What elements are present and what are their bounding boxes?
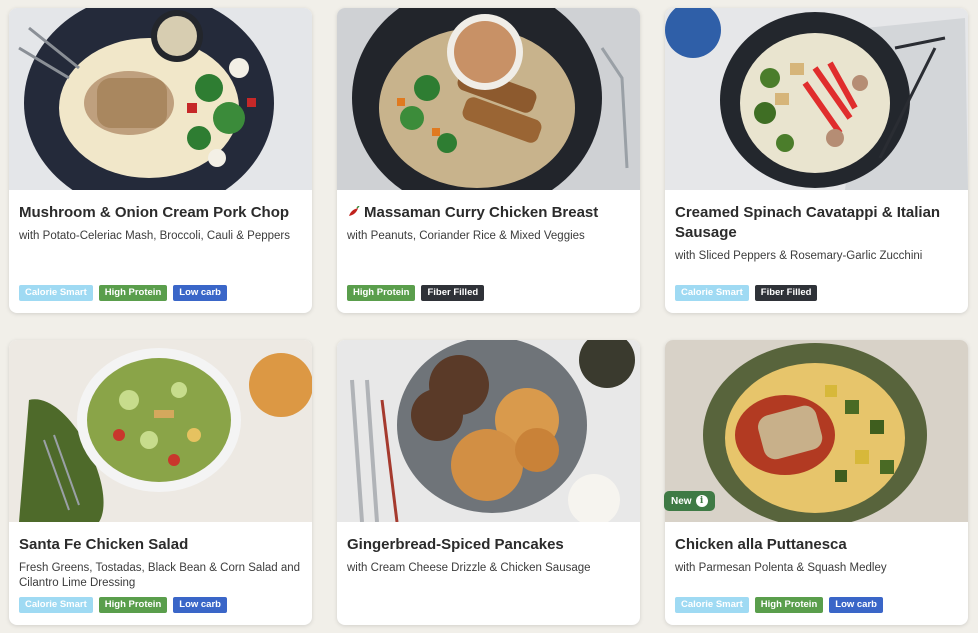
tag-low-carb: Low carb: [173, 597, 227, 613]
meal-subtitle: with Sliced Peppers & Rosemary-Garlic Zu…: [675, 250, 923, 262]
meal-title-text: Massaman Curry Chicken Breast: [364, 204, 599, 221]
tag-list: Calorie Smart Fiber Filled: [675, 285, 818, 301]
meal-title[interactable]: Santa Fe Chicken Salad: [19, 535, 302, 555]
meal-subtitle: with Parmesan Polenta & Squash Medley: [675, 562, 887, 574]
chili-pepper-icon: [349, 206, 360, 216]
meal-subtitle: with Cream Cheese Drizzle & Chicken Saus…: [347, 562, 591, 574]
tag-high-protein: High Protein: [98, 597, 168, 613]
meal-card[interactable]: Massaman Curry Chicken Breast with Peanu…: [337, 8, 640, 313]
meal-subtitle: with Peanuts, Coriander Rice & Mixed Veg…: [347, 230, 585, 242]
meal-card[interactable]: Mushroom & Onion Cream Pork Chop with Po…: [9, 8, 312, 313]
meal-title[interactable]: Chicken alla Puttanesca: [675, 535, 958, 555]
new-badge-label: New: [671, 495, 692, 507]
tag-high-protein: High Protein: [98, 285, 168, 301]
tag-list: Calorie Smart High Protein Low carb: [19, 285, 227, 301]
tag-list: Calorie Smart High Protein Low carb: [19, 597, 227, 613]
new-badge[interactable]: New i: [664, 491, 715, 511]
meal-title[interactable]: Creamed Spinach Cavatappi & Italian Saus…: [675, 203, 958, 243]
tag-high-protein: High Protein: [754, 597, 824, 613]
tag-fiber-filled: Fiber Filled: [754, 285, 818, 301]
meal-title[interactable]: Gingerbread-Spiced Pancakes: [347, 535, 630, 555]
tag-list: High Protein Fiber Filled: [347, 285, 485, 301]
meal-subtitle: with Potato-Celeriac Mash, Broccoli, Cau…: [19, 230, 291, 242]
meal-image: [665, 8, 968, 190]
meal-card[interactable]: Creamed Spinach Cavatappi & Italian Saus…: [665, 8, 968, 313]
meal-card[interactable]: Chicken alla Puttanesca with Parmesan Po…: [665, 340, 968, 625]
meal-image: [337, 340, 640, 522]
meal-title[interactable]: Mushroom & Onion Cream Pork Chop: [19, 203, 302, 223]
tag-low-carb: Low carb: [173, 285, 227, 301]
meal-subtitle: Fresh Greens, Tostadas, Black Bean & Cor…: [19, 562, 301, 589]
tag-calorie-smart: Calorie Smart: [675, 597, 749, 613]
info-icon[interactable]: i: [695, 495, 708, 507]
meal-image: [9, 8, 312, 190]
tag-calorie-smart: Calorie Smart: [19, 285, 93, 301]
tag-calorie-smart: Calorie Smart: [19, 597, 93, 613]
meal-title[interactable]: Massaman Curry Chicken Breast: [347, 203, 630, 223]
tag-calorie-smart: Calorie Smart: [675, 285, 749, 301]
meal-image: [9, 340, 312, 522]
meal-image: [337, 8, 640, 190]
tag-high-protein: High Protein: [347, 285, 416, 301]
tag-fiber-filled: Fiber Filled: [421, 285, 485, 301]
meal-card[interactable]: Santa Fe Chicken Salad Fresh Greens, Tos…: [9, 340, 312, 625]
tag-list: Calorie Smart High Protein Low carb: [675, 597, 883, 613]
tag-low-carb: Low carb: [829, 597, 883, 613]
meal-card[interactable]: Gingerbread-Spiced Pancakes with Cream C…: [337, 340, 640, 625]
